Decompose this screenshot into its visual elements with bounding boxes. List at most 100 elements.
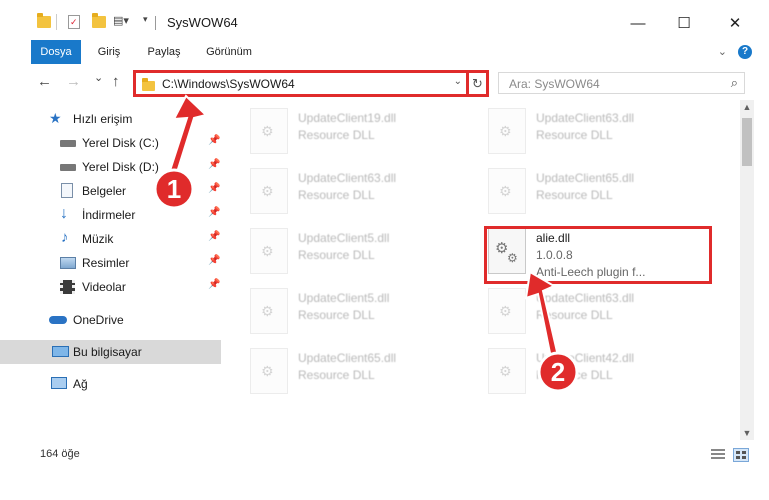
item-count: 164 öğe — [40, 448, 80, 460]
file-item[interactable]: ⚙ UpdateClient63.dll Resource DLL — [250, 168, 470, 224]
file-name: UpdateClient63.dll — [298, 171, 397, 185]
tiles-view-icon[interactable] — [733, 448, 749, 462]
search-input[interactable]: Ara: SysWOW64 — [509, 77, 600, 91]
tab-file[interactable]: Dosya — [31, 40, 81, 64]
ribbon-collapse-icon[interactable]: ⌄ — [718, 45, 727, 58]
title-bar: ✓ ▤▾ ▾ SysWOW64 — ☐ ✕ — [0, 0, 769, 40]
tab-view[interactable]: Görünüm — [198, 40, 260, 64]
file-description: Resource DLL — [536, 128, 613, 142]
picture-icon — [60, 257, 76, 269]
nav-item-onedrive[interactable]: OneDrive — [0, 308, 221, 332]
maximize-button[interactable]: ☐ — [661, 10, 707, 38]
address-bar[interactable]: C:\Windows\SysWOW64 ⌄ ↻ — [133, 70, 489, 97]
forward-button[interactable]: → — [66, 73, 81, 90]
address-dropdown-icon[interactable]: ⌄ — [454, 76, 462, 87]
new-folder-icon[interactable] — [92, 13, 106, 28]
dll-file-icon: ⚙ — [250, 348, 288, 394]
file-description: Resource DLL — [298, 308, 375, 322]
nav-label: Videolar — [82, 280, 126, 294]
address-row: ← → ⌄ ↑ C:\Windows\SysWOW64 ⌄ ↻ Ara: Sys… — [0, 65, 769, 100]
file-item[interactable]: ⚙ UpdateClient65.dll Resource DLL — [488, 168, 708, 224]
tab-share[interactable]: Paylaş — [140, 40, 188, 64]
nav-label: Ağ — [73, 377, 88, 391]
nav-item-downloads[interactable]: ↓ İndirmeler 📌 — [0, 203, 221, 227]
up-button[interactable]: ↑ — [112, 73, 120, 90]
nav-item-quick-access[interactable]: ★ Hızlı erişim — [0, 107, 221, 131]
nav-label: Yerel Disk (D:) — [82, 160, 159, 174]
file-item[interactable]: ⚙ UpdateClient5.dll Resource DLL — [250, 228, 470, 284]
recent-locations-button[interactable]: ⌄ — [94, 71, 103, 84]
drive-icon — [60, 140, 76, 147]
folder-icon — [37, 13, 51, 28]
close-button[interactable]: ✕ — [712, 10, 758, 38]
toolbar-dropdown-icon[interactable]: ▾ — [143, 14, 148, 25]
scroll-down-icon[interactable]: ▼ — [740, 426, 754, 440]
file-name: UpdateClient5.dll — [298, 231, 390, 245]
file-name: UpdateClient19.dll — [298, 111, 397, 125]
file-description: Resource DLL — [298, 188, 375, 202]
nav-item-documents[interactable]: Belgeler 📌 — [0, 179, 221, 203]
window-title: SysWOW64 — [167, 15, 238, 30]
file-item[interactable]: ⚙ UpdateClient5.dll Resource DLL — [250, 288, 470, 344]
computer-icon — [52, 346, 69, 357]
folder-icon — [142, 78, 155, 91]
search-box[interactable]: Ara: SysWOW64 ⌕ — [498, 72, 745, 94]
document-icon — [61, 183, 73, 198]
file-item[interactable]: ⚙ UpdateClient63.dll Resource DLL — [488, 108, 708, 164]
vertical-scrollbar[interactable]: ▲ ▼ — [740, 100, 754, 440]
nav-item-pictures[interactable]: Resimler 📌 — [0, 251, 221, 275]
network-icon — [51, 377, 67, 389]
file-description: Resource DLL — [298, 368, 375, 382]
pin-icon[interactable]: 📌 — [208, 135, 220, 146]
file-name: UpdateClient65.dll — [536, 171, 635, 185]
cloud-icon — [49, 316, 67, 324]
nav-item-network[interactable]: Ağ — [0, 372, 221, 396]
properties-icon[interactable]: ✓ — [68, 15, 80, 29]
pin-icon[interactable]: 📌 — [208, 183, 220, 194]
nav-label: OneDrive — [73, 313, 124, 327]
dll-file-icon: ⚙ — [250, 288, 288, 334]
file-item[interactable]: ⚙ UpdateClient42.dll Resource DLL — [488, 348, 708, 404]
toolbar-divider — [56, 14, 57, 30]
ribbon-tabs: Dosya Giriş Paylaş Görünüm ⌄ ? — [0, 40, 769, 65]
pin-icon[interactable]: 📌 — [208, 231, 220, 242]
file-name: UpdateClient63.dll — [536, 111, 635, 125]
file-item[interactable]: ⚙ UpdateClient63.dll Resource DLL — [488, 288, 708, 344]
nav-label: Yerel Disk (C:) — [82, 136, 159, 150]
nav-item-videos[interactable]: Videolar 📌 — [0, 275, 221, 299]
customize-toolbar-icon[interactable]: ▤▾ — [113, 14, 129, 27]
file-description: Resource DLL — [536, 368, 613, 382]
drive-icon — [60, 164, 76, 171]
nav-item-music[interactable]: ♪ Müzik 📌 — [0, 227, 221, 251]
nav-label: Bu bilgisayar — [73, 345, 142, 359]
pin-icon[interactable]: 📌 — [208, 255, 220, 266]
file-item[interactable]: ⚙ UpdateClient65.dll Resource DLL — [250, 348, 470, 404]
dll-file-icon: ⚙ — [250, 108, 288, 154]
help-icon[interactable]: ? — [738, 45, 752, 59]
details-view-icon[interactable] — [711, 448, 727, 462]
minimize-button[interactable]: — — [615, 10, 661, 38]
file-item[interactable]: ⚙ UpdateClient19.dll Resource DLL — [250, 108, 470, 164]
nav-label: İndirmeler — [82, 208, 136, 222]
search-icon[interactable]: ⌕ — [731, 75, 738, 91]
pin-icon[interactable]: 📌 — [208, 159, 220, 170]
status-bar: 164 öğe — [0, 440, 769, 470]
nav-item-this-pc[interactable]: Bu bilgisayar — [0, 340, 221, 364]
refresh-button[interactable]: ↻ — [466, 73, 486, 94]
nav-item-disk-d[interactable]: Yerel Disk (D:) 📌 — [0, 155, 221, 179]
back-button[interactable]: ← — [37, 73, 52, 90]
scroll-thumb[interactable] — [742, 118, 752, 166]
scroll-up-icon[interactable]: ▲ — [740, 100, 754, 114]
file-description: Resource DLL — [298, 248, 375, 262]
pin-icon[interactable]: 📌 — [208, 279, 220, 290]
music-icon: ♪ — [61, 229, 69, 246]
address-path[interactable]: C:\Windows\SysWOW64 — [162, 77, 295, 91]
dll-file-icon: ⚙ — [488, 108, 526, 154]
tab-home[interactable]: Giriş — [88, 40, 130, 64]
nav-item-disk-c[interactable]: Yerel Disk (C:) 📌 — [0, 131, 221, 155]
star-icon: ★ — [49, 110, 62, 126]
dll-file-icon: ⚙ — [250, 228, 288, 274]
pin-icon[interactable]: 📌 — [208, 207, 220, 218]
nav-label: Belgeler — [82, 184, 127, 198]
dll-file-icon: ⚙ — [488, 288, 526, 334]
